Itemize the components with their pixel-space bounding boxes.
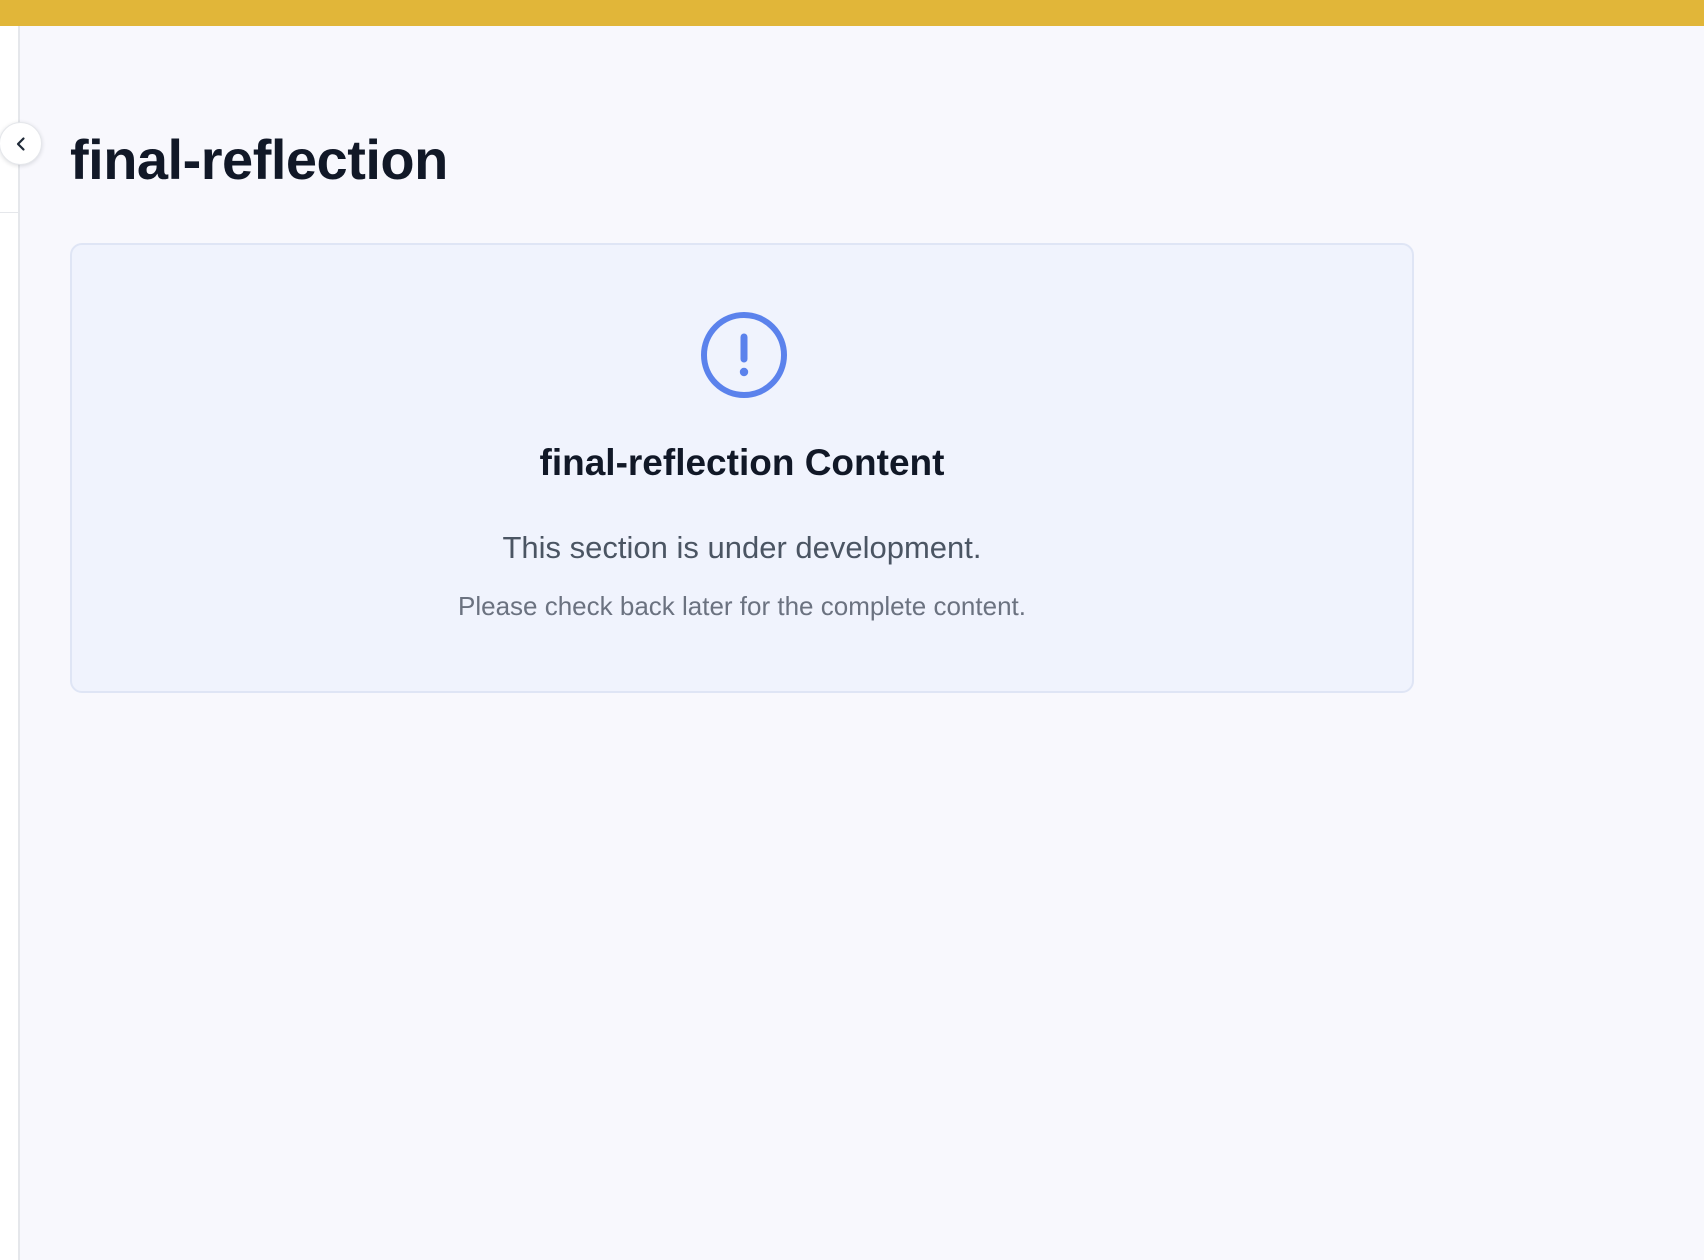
notice-heading: final-reflection Content (539, 442, 945, 483)
chevron-left-icon (16, 136, 25, 151)
top-accent-bar (0, 0, 1704, 26)
page-title: final-reflection (70, 128, 448, 191)
exclamation-circle-icon (701, 312, 787, 398)
collapsed-sidebar (0, 26, 20, 1260)
notice-message: This section is under development. (502, 530, 982, 565)
under-development-notice: final-reflection Content This section is… (70, 243, 1414, 693)
sidebar-divider (0, 212, 20, 213)
notice-submessage: Please check back later for the complete… (458, 591, 1026, 621)
sidebar-toggle-button[interactable] (0, 122, 42, 165)
